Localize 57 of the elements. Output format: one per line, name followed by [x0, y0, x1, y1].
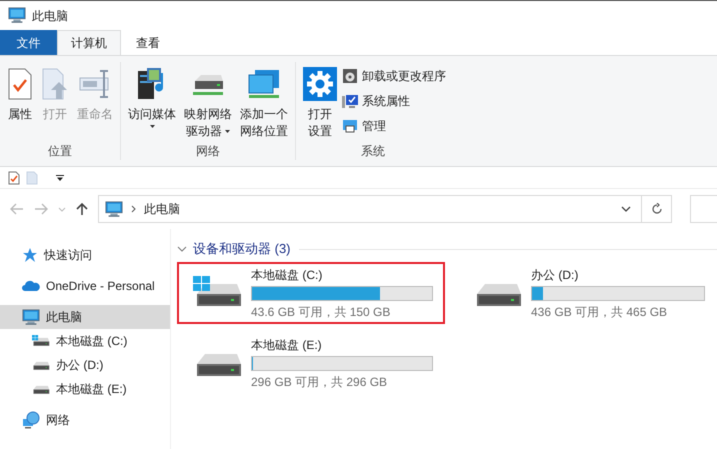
ribbon-tab[interactable]: 计算机 — [57, 30, 121, 55]
refresh-icon — [650, 203, 662, 215]
drive-tile[interactable]: 本地磁盘 (C:) 43.6 GB 可用，共 150 GB — [177, 262, 445, 324]
open-document-icon — [41, 68, 69, 100]
ribbon-group-label: 系统 — [361, 143, 385, 160]
ribbon-button[interactable]: 系统属性 — [342, 90, 446, 112]
ribbon-button[interactable]: 添加一个 网络位置 — [237, 62, 291, 142]
drive-tile[interactable]: 办公 (D:) 436 GB 可用，共 465 GB — [457, 262, 717, 324]
free-space-text: 296 GB 可用，共 296 GB — [251, 374, 388, 390]
free-space-text: 43.6 GB 可用，共 150 GB — [251, 304, 392, 320]
star-icon — [22, 247, 38, 263]
ribbon-button[interactable]: 打开 设置 — [300, 62, 340, 142]
ribbon-button[interactable]: 卸载或更改程序 — [342, 65, 446, 87]
sidebar-item[interactable]: 快速访问 — [0, 243, 170, 267]
rename-icon — [79, 68, 111, 100]
ribbon-button[interactable]: 访问媒体 — [125, 62, 179, 142]
ribbon-tab[interactable]: 查看 — [121, 30, 175, 55]
sidebar-item[interactable]: 本地磁盘 (C:) — [0, 329, 170, 353]
breadcrumb[interactable]: 此电脑 — [144, 200, 180, 218]
sidebar-item[interactable]: OneDrive - Personal — [0, 274, 170, 298]
ribbon-button[interactable]: 映射网络 驱动器 — [181, 62, 235, 142]
customize-toolbar-icon[interactable] — [56, 174, 64, 180]
section-header: 设备和驱动器 (3) — [193, 240, 290, 258]
drive-name: 本地磁盘 (E:) — [251, 336, 323, 354]
cloud-icon — [22, 280, 40, 292]
address-bar[interactable]: 此电脑 — [98, 195, 642, 223]
system-properties-icon — [342, 93, 358, 109]
dropdown-icon[interactable] — [621, 206, 631, 212]
sidebar-item[interactable]: 办公 (D:) — [0, 353, 170, 377]
computer-icon — [105, 200, 123, 218]
up-icon[interactable] — [76, 202, 88, 216]
refresh-button[interactable] — [642, 195, 672, 223]
sidebar-item[interactable]: 本地磁盘 (E:) — [0, 377, 170, 401]
drive-name: 办公 (D:) — [531, 266, 580, 284]
drive-tile[interactable]: 本地磁盘 (E:) 296 GB 可用，共 296 GB — [177, 332, 445, 394]
ribbon-button[interactable]: 管理 — [342, 115, 446, 137]
ribbon-button[interactable]: 属性 — [4, 62, 36, 142]
network-globe-icon — [22, 411, 40, 429]
window-title: 此电脑 — [32, 8, 68, 24]
network-location-icon — [247, 68, 281, 100]
computer-icon — [22, 308, 40, 326]
ribbon-group-label: 网络 — [196, 143, 220, 160]
file-menu-tab[interactable]: 文件 — [0, 30, 57, 55]
search-field[interactable] — [690, 195, 717, 223]
collapse-chevron-icon[interactable] — [177, 245, 187, 253]
free-space-text: 436 GB 可用，共 465 GB — [531, 304, 668, 320]
sidebar-item[interactable]: 此电脑 — [0, 305, 170, 329]
ribbon-group-label: 位置 — [48, 143, 72, 160]
checked-document-icon — [7, 68, 33, 100]
sidebar-item[interactable]: 网络 — [0, 408, 170, 432]
drive-name: 本地磁盘 (C:) — [251, 266, 324, 284]
system-drive-icon — [32, 334, 50, 348]
computer-icon — [8, 7, 26, 24]
checked-document-icon[interactable] — [8, 170, 20, 184]
chevron-icon — [131, 205, 136, 213]
settings-icon — [303, 67, 337, 101]
computer-management-icon — [342, 118, 358, 134]
